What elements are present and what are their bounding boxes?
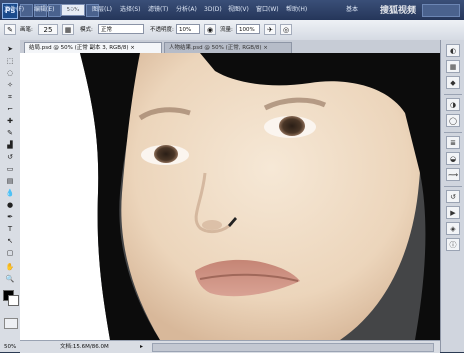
opacity-field[interactable]: 10% <box>176 24 200 34</box>
crop-icon[interactable]: ⌗ <box>4 92 16 102</box>
panel-dock: ◐ ▦ ◆ ◑ ◯ ≣ ◒ ⟿ ↺ ▶ ◈ ⓘ <box>440 40 464 352</box>
dock-separator <box>444 186 462 187</box>
channels-icon[interactable]: ◒ <box>446 152 460 165</box>
watermark-title: 搜狐视频 <box>380 6 417 16</box>
flow-label: 流量: <box>220 27 233 33</box>
background-color-swatch[interactable] <box>8 295 19 306</box>
right-eye <box>279 116 305 136</box>
airbrush-icon[interactable]: ✈ <box>264 24 276 35</box>
brush-panel-icon[interactable]: ▦ <box>62 24 74 35</box>
menu-help[interactable]: 帮助(H) <box>286 5 307 15</box>
tab-active-document[interactable]: 结局.psd @ 50% (正常 副本 3, RGB/8) × <box>24 42 162 53</box>
dock-separator <box>444 132 462 133</box>
pen-icon[interactable]: ✒ <box>4 212 16 222</box>
document-tabs: 结局.psd @ 50% (正常 副本 3, RGB/8) × 人物结果.psd… <box>20 40 440 54</box>
history-icon[interactable]: ↺ <box>446 190 460 203</box>
blur-icon[interactable]: 💧 <box>4 188 16 198</box>
window-controls[interactable] <box>422 4 460 17</box>
dodge-icon[interactable]: ● <box>4 200 16 210</box>
opacity-label: 不透明度: <box>150 27 174 33</box>
pressure-opacity-icon[interactable]: ◉ <box>204 24 216 35</box>
options-bar: ✎ 画笔: 25 ▦ 模式: 正常 不透明度: 10% ◉ 流量: 100% ✈… <box>0 20 464 41</box>
menu-bar: Ps 50% 文件(F) 编辑(E) 图像(I) 图层(L) 选择(S) 滤镜(… <box>0 0 464 20</box>
masks-icon[interactable]: ◯ <box>446 114 460 127</box>
swatches-icon[interactable]: ▦ <box>446 60 460 73</box>
gradient-icon[interactable]: ▤ <box>4 176 16 186</box>
info-icon[interactable]: ⓘ <box>446 238 460 251</box>
brush-icon[interactable]: ✎ <box>4 128 16 138</box>
mode-label: 模式: <box>80 27 93 33</box>
lasso-icon[interactable]: ◌ <box>4 68 16 78</box>
actions-icon[interactable]: ▶ <box>446 206 460 219</box>
menu-image[interactable]: 图像(I) <box>62 5 80 15</box>
document-canvas[interactable] <box>20 53 440 340</box>
tab-second-document[interactable]: 人物结果.psd @ 50% (正常, RGB/8) × <box>164 42 292 53</box>
eraser-icon[interactable]: ▭ <box>4 164 16 174</box>
menu-analysis[interactable]: 分析(A) <box>176 5 197 15</box>
menu-window[interactable]: 窗口(W) <box>256 5 279 15</box>
eyedropper-icon[interactable]: ⌐ <box>4 104 16 114</box>
zoom-icon[interactable]: 🔍 <box>4 274 16 284</box>
healing-icon[interactable]: ✚ <box>4 116 16 126</box>
path-select-icon[interactable]: ↖ <box>4 236 16 246</box>
mode-select[interactable]: 正常 <box>98 24 144 34</box>
status-arrow-icon[interactable]: ▸ <box>140 343 146 351</box>
paths-icon[interactable]: ⟿ <box>446 168 460 181</box>
menu-3d[interactable]: 3D(D) <box>204 5 222 15</box>
tool-preset-icon[interactable]: ✎ <box>4 24 16 35</box>
brush-size-picker[interactable]: 25 <box>38 24 58 35</box>
type-icon[interactable]: T <box>4 224 16 234</box>
nostril <box>202 220 222 230</box>
status-bar: 50% 文档:15.6M/86.0M ▸ <box>4 340 440 353</box>
document-size-info[interactable]: 文档:15.6M/86.0M <box>60 343 109 351</box>
shape-icon[interactable]: ▢ <box>4 248 16 258</box>
styles-icon[interactable]: ◆ <box>446 76 460 89</box>
adjustments-icon[interactable]: ◑ <box>446 98 460 111</box>
tools-panel: ➤ ⬚ ◌ ✧ ⌗ ⌐ ✚ ✎ ▟ ↺ ▭ ▤ 💧 ● ✒ T ↖ ▢ ✋ 🔍 <box>0 40 21 352</box>
menu-edit[interactable]: 编辑(E) <box>34 5 54 15</box>
portrait-image <box>20 53 440 340</box>
menu-layer[interactable]: 图层(L) <box>92 5 112 15</box>
clone-stamp-icon[interactable]: ▟ <box>4 140 16 150</box>
face <box>121 53 421 340</box>
menu-select[interactable]: 选择(S) <box>120 5 141 15</box>
quick-mask-icon[interactable] <box>4 318 18 329</box>
brush-label: 画笔: <box>20 27 33 33</box>
color-icon[interactable]: ◐ <box>446 44 460 57</box>
hand-icon[interactable]: ✋ <box>4 262 16 272</box>
menu-filter[interactable]: 滤镜(T) <box>148 5 168 15</box>
history-brush-icon[interactable]: ↺ <box>4 152 16 162</box>
magic-wand-icon[interactable]: ✧ <box>4 80 16 90</box>
3d-icon[interactable]: ◈ <box>446 222 460 235</box>
status-zoom[interactable]: 50% <box>4 343 20 351</box>
menu-view[interactable]: 视图(V) <box>228 5 249 15</box>
dock-separator <box>444 94 462 95</box>
menu-file[interactable]: 文件(F) <box>4 5 24 15</box>
pressure-size-icon[interactable]: ◎ <box>280 24 292 35</box>
left-eye <box>154 145 178 163</box>
marquee-icon[interactable]: ⬚ <box>4 56 16 66</box>
flow-field[interactable]: 100% <box>236 24 260 34</box>
layers-icon[interactable]: ≣ <box>446 136 460 149</box>
move-icon[interactable]: ➤ <box>4 44 16 54</box>
horizontal-scrollbar[interactable] <box>152 343 434 352</box>
workspace-switcher[interactable]: 基本 <box>346 5 358 15</box>
